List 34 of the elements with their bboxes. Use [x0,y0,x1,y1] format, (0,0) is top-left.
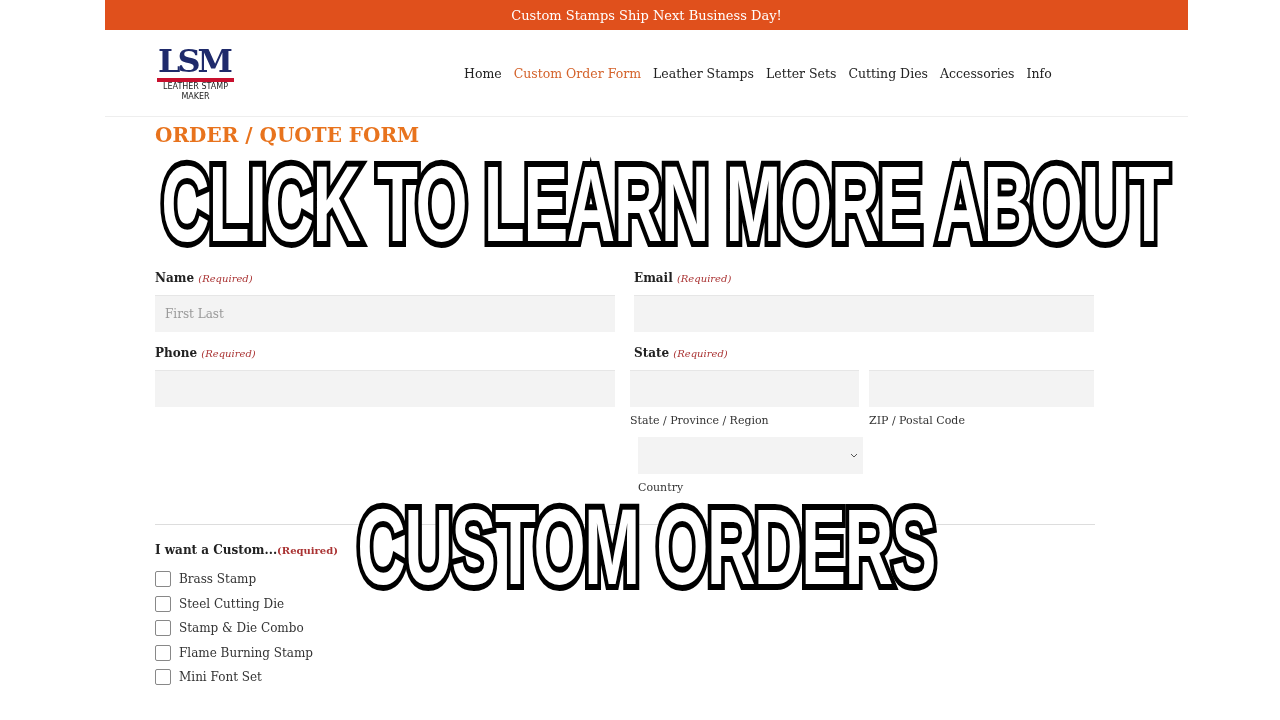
checkbox[interactable] [155,571,171,588]
checkbox-label[interactable]: Brass Stamp [179,572,257,587]
nav-link[interactable]: Letter Sets [765,65,837,81]
chevron-down-icon [850,453,858,458]
name-field[interactable]: First Last [155,295,615,332]
field-label: Name (Required) [155,271,254,285]
nav-link[interactable]: Leather Stamps [653,65,754,81]
announcement-text: Custom Stamps Ship Next Business Day! [511,7,782,23]
phone-field[interactable] [155,370,615,407]
region-field[interactable] [630,370,859,407]
nav-link[interactable]: Home [464,65,502,81]
nav-link[interactable]: Accessories [939,65,1015,81]
field-label: Phone (Required) [155,346,257,360]
field-hint: State / Province / Region [630,414,770,427]
checkbox[interactable] [155,669,171,686]
email-field[interactable] [634,295,1094,332]
nav-link[interactable]: Custom Order Form [513,65,642,81]
checkbox-label[interactable]: Stamp & Die Combo [179,621,304,636]
field-label: Email (Required) [634,271,733,285]
nav-link[interactable]: Cutting Dies [848,65,928,81]
checkbox-label[interactable]: Flame Burning Stamp [179,645,313,660]
checkbox[interactable] [155,644,171,661]
checkbox[interactable] [155,595,171,612]
overlay-caption: CLICK TO LEARN MORE ABOUT [152,146,1177,262]
zip-field[interactable] [869,370,1094,407]
field-label: I want a Custom...(Required) [155,543,339,557]
checkbox-label[interactable]: Steel Cutting Die [179,596,285,611]
checkbox[interactable] [155,620,171,637]
nav-link[interactable]: Info [1026,65,1052,81]
field-hint: ZIP / Postal Code [869,414,966,427]
checkbox-label[interactable]: Mini Font Set [179,670,262,685]
logo[interactable]: LSM LEATHER STAMP MAKER [155,42,237,104]
form-title: ORDER / QUOTE FORM [155,123,420,147]
field-label: State (Required) [634,346,729,360]
